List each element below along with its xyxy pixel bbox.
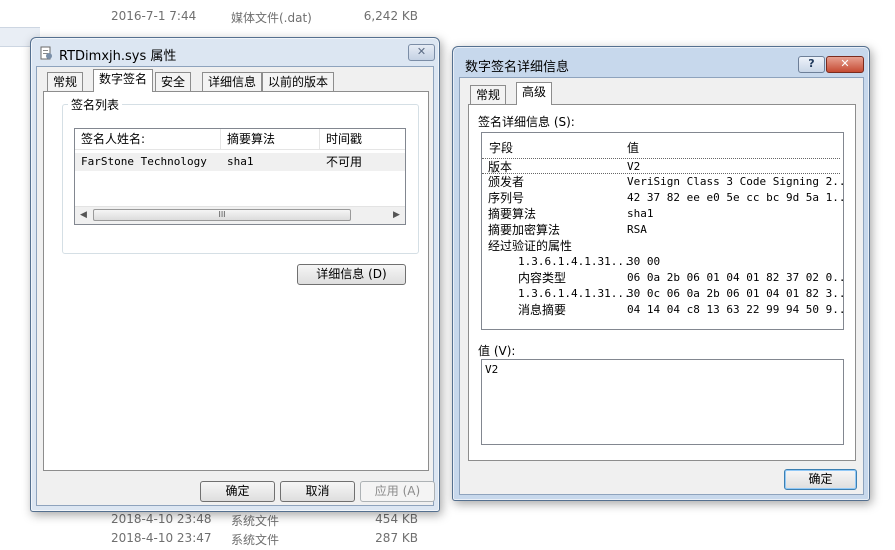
field-name: 消息摘要 — [518, 303, 567, 317]
table-row[interactable]: FarStone Technology sha1 不可用 — [75, 153, 405, 171]
list-item[interactable]: 内容类型 06 0a 2b 06 01 04 01 82 37 02 0... — [482, 270, 843, 286]
window-title: 数字签名详细信息 — [465, 60, 570, 75]
scroll-thumb[interactable]: III — [93, 209, 351, 221]
list-item[interactable]: 经过验证的属性 — [482, 238, 843, 254]
tab-label: 详细信息 — [208, 75, 257, 89]
field-value: RSA — [627, 223, 647, 236]
tab-security[interactable]: 安全 — [155, 72, 192, 92]
field-name: 1.3.6.1.4.1.31... — [518, 287, 631, 300]
list-item[interactable]: 1.3.6.1.4.1.31... 30 00 — [482, 254, 843, 270]
properties-window: RTDimxjh.sys 属性 ✕ 常规 数字签名 安全 详细信息 以前的版本 … — [30, 37, 440, 512]
window-title: RTDimxjh.sys 属性 — [59, 49, 177, 64]
file-size: 287 KB — [375, 531, 418, 545]
scroll-right-icon[interactable]: ▶ — [388, 207, 405, 224]
tab-label: 常规 — [53, 75, 78, 89]
column-header-value[interactable]: 值 — [627, 140, 639, 156]
value-label: 值 (V): — [478, 344, 516, 358]
signature-list[interactable]: 签名人姓名: 摘要算法 时间戳 FarStone Technology sha1… — [74, 128, 406, 225]
field-value: V2 — [627, 160, 641, 173]
apply-button[interactable]: 应用 (A) — [360, 481, 435, 502]
signer-name: FarStone Technology — [81, 155, 207, 168]
tab-digital-signatures[interactable]: 数字签名 — [93, 69, 154, 92]
file-size: 454 KB — [375, 512, 418, 526]
field-value: 04 14 04 c8 13 63 22 99 94 50 9... — [627, 303, 844, 316]
file-type: 媒体文件(.dat) — [231, 11, 312, 25]
list-item[interactable]: 序列号 42 37 82 ee e0 5e cc bc 9d 5a 1... — [482, 190, 843, 206]
tab-label: 常规 — [476, 88, 501, 102]
ok-button[interactable]: 确定 — [200, 481, 275, 502]
horizontal-scrollbar[interactable]: ◀ III ▶ — [75, 206, 405, 224]
field-name: 版本 — [488, 160, 513, 174]
file-date: 2018-4-10 23:47 — [111, 531, 212, 545]
file-size: 6,242 KB — [363, 9, 418, 23]
field-value: VeriSign Class 3 Code Signing 2... — [627, 175, 844, 188]
tab-advanced[interactable]: 高级 — [516, 82, 553, 105]
file-row[interactable]: 2016-7-1 7:44 媒体文件(.dat) 6,242 KB — [0, 6, 895, 28]
signature-details-window: 数字签名详细信息 ? ✕ 常规 高级 签名详细信息 (S): 字段 值 版本 V… — [452, 46, 870, 501]
tab-previous-versions[interactable]: 以前的版本 — [262, 72, 335, 92]
cancel-button[interactable]: 取消 — [280, 481, 355, 502]
column-header-algorithm[interactable]: 摘要算法 — [221, 129, 320, 150]
close-button[interactable]: ✕ — [408, 44, 435, 61]
list-item[interactable]: 摘要算法 sha1 — [482, 206, 843, 222]
tab-label: 数字签名 — [99, 72, 148, 86]
column-header-timestamp[interactable]: 时间戳 — [320, 129, 405, 150]
list-item[interactable]: 消息摘要 04 14 04 c8 13 63 22 99 94 50 9... — [482, 302, 843, 318]
list-item[interactable]: 颁发者 VeriSign Class 3 Code Signing 2... — [482, 174, 843, 190]
ok-button[interactable]: 确定 — [784, 469, 857, 490]
list-item[interactable]: 摘要加密算法 RSA — [482, 222, 843, 238]
close-icon: ✕ — [416, 45, 427, 58]
field-name: 1.3.6.1.4.1.31... — [518, 255, 631, 268]
help-icon: ? — [808, 57, 815, 70]
tab-label: 安全 — [161, 75, 186, 89]
signer-algorithm: sha1 — [227, 155, 254, 168]
column-header-field[interactable]: 字段 — [489, 140, 513, 156]
tab-general[interactable]: 常规 — [47, 72, 84, 92]
value-text: V2 — [485, 363, 499, 376]
field-value: 06 0a 2b 06 01 04 01 82 37 02 0... — [627, 271, 844, 284]
tab-panel: 签名详细信息 (S): 字段 值 版本 V2 颁发者 VeriSign Clas… — [468, 104, 856, 461]
field-name: 内容类型 — [518, 271, 567, 285]
signature-details-label: 签名详细信息 (S): — [478, 115, 575, 129]
help-button[interactable]: ? — [798, 56, 825, 73]
field-value: sha1 — [627, 207, 654, 220]
list-item[interactable]: 版本 V2 — [482, 158, 840, 174]
tab-general[interactable]: 常规 — [470, 85, 507, 105]
tab-panel: 签名列表 签名人姓名: 摘要算法 时间戳 FarStone Technology… — [43, 91, 429, 471]
field-name: 摘要加密算法 — [488, 223, 561, 237]
field-name: 经过验证的属性 — [488, 239, 573, 253]
file-date: 2016-7-1 7:44 — [111, 9, 197, 23]
file-row[interactable]: 2018-4-10 23:47 系统文件 287 KB — [0, 528, 895, 550]
tab-label: 高级 — [522, 85, 547, 99]
field-value: 30 0c 06 0a 2b 06 01 04 01 82 3... — [627, 287, 844, 300]
signature-client: 常规 高级 签名详细信息 (S): 字段 值 版本 V2 颁发者 VeriSig… — [459, 77, 864, 495]
signature-details-list[interactable]: 字段 值 版本 V2 颁发者 VeriSign Class 3 Code Sig… — [481, 132, 844, 330]
column-header-name[interactable]: 签名人姓名: — [75, 129, 221, 150]
close-button[interactable]: ✕ — [826, 56, 864, 73]
group-label: 签名列表 — [68, 96, 123, 113]
tab-details[interactable]: 详细信息 — [202, 72, 263, 92]
field-value: 30 00 — [627, 255, 661, 268]
file-date: 2018-4-10 23:48 — [111, 512, 212, 526]
tab-label: 以前的版本 — [268, 75, 329, 89]
close-icon: ✕ — [840, 57, 850, 70]
list-item[interactable]: 1.3.6.1.4.1.31... 30 0c 06 0a 2b 06 01 0… — [482, 286, 843, 302]
value-textbox[interactable]: V2 — [481, 359, 844, 445]
scroll-left-icon[interactable]: ◀ — [75, 207, 92, 224]
file-icon — [40, 46, 52, 60]
properties-client: 常规 数字签名 安全 详细信息 以前的版本 签名列表 签名人姓名: 摘要算法 时… — [36, 66, 435, 506]
signer-timestamp: 不可用 — [326, 155, 363, 169]
field-name: 颁发者 — [488, 175, 525, 189]
file-type: 系统文件 — [231, 514, 280, 528]
details-button[interactable]: 详细信息 (D) — [297, 264, 406, 285]
field-value: 42 37 82 ee e0 5e cc bc 9d 5a 1... — [627, 191, 844, 204]
field-name: 序列号 — [488, 191, 525, 205]
field-name: 摘要算法 — [488, 207, 537, 221]
